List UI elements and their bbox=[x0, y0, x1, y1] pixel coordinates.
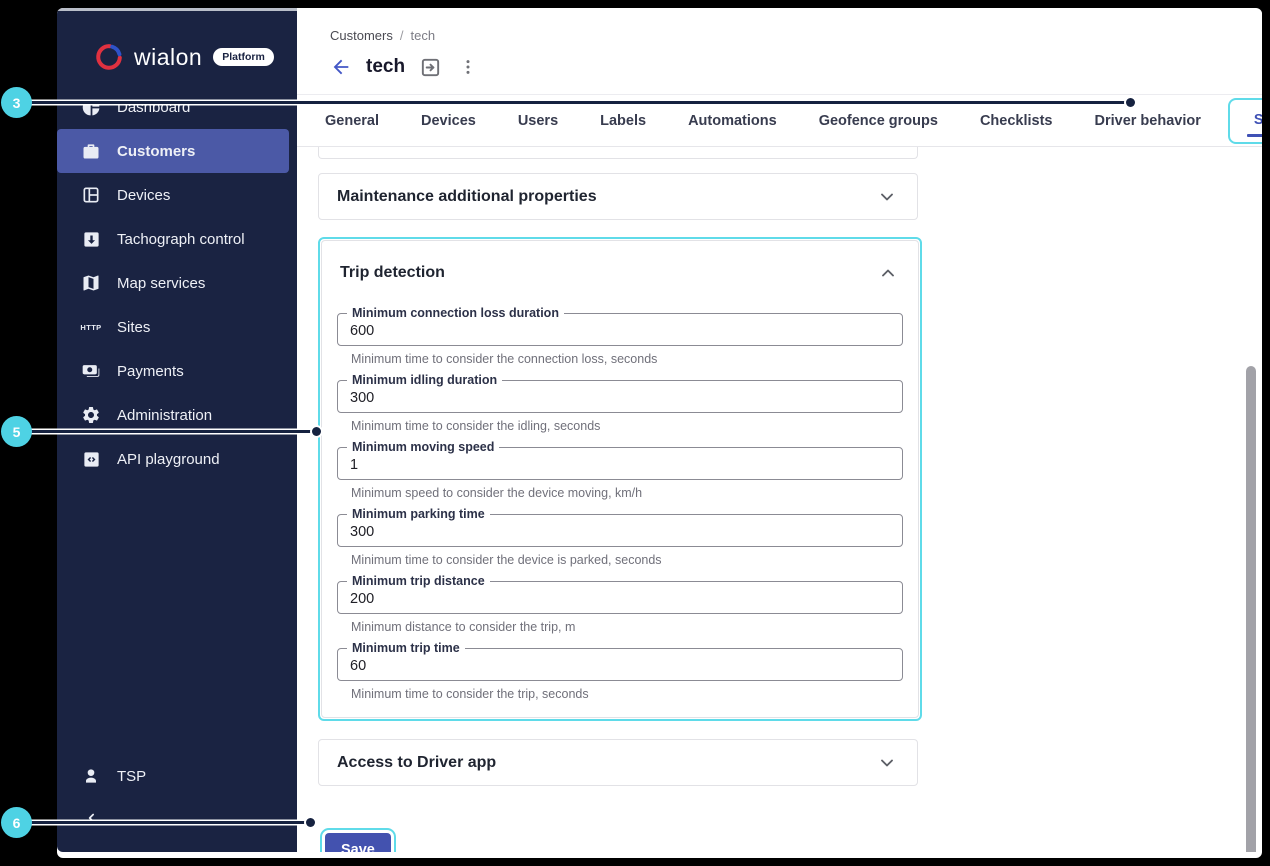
http-icon: HTTP bbox=[80, 322, 102, 332]
sidebar-item-customers[interactable]: Customers bbox=[57, 129, 289, 173]
panel-title: Access to Driver app bbox=[337, 753, 497, 771]
field-minimum-parking-time: Minimum parking time Minimum time to con… bbox=[337, 507, 903, 567]
field-helper-text: Minimum distance to consider the trip, m bbox=[351, 620, 576, 634]
logo-text: wialon bbox=[134, 43, 203, 70]
panel-title: Maintenance additional properties bbox=[337, 187, 597, 205]
breadcrumb: Customers / tech bbox=[330, 28, 1262, 43]
tab-settings[interactable]: Settings bbox=[1230, 100, 1262, 142]
more-vert-icon[interactable] bbox=[458, 57, 478, 77]
sidebar-item-tachograph-control[interactable]: Tachograph control bbox=[57, 217, 289, 261]
dashboard-icon bbox=[80, 96, 102, 118]
sidebar-item-label: Tachograph control bbox=[117, 230, 245, 248]
save-button[interactable]: Save bbox=[320, 828, 396, 852]
minimum-moving-speed-input[interactable] bbox=[350, 457, 890, 473]
field-label: Minimum idling duration bbox=[347, 373, 503, 387]
panel-trip-detection-highlight: Trip detection Minimum connection loss d… bbox=[318, 237, 922, 721]
annotation-badge-3: 3 bbox=[1, 87, 32, 118]
field-minimum-trip-time: Minimum trip time Minimum time to consid… bbox=[337, 641, 903, 701]
sidebar-item-dashboard[interactable]: Dashboard bbox=[57, 85, 289, 129]
field-label: Minimum connection loss duration bbox=[347, 306, 564, 320]
field-helper-text: Minimum time to consider the idling, sec… bbox=[351, 419, 601, 433]
logo: wialon Platform bbox=[57, 11, 297, 81]
minimum-trip-distance-input[interactable] bbox=[350, 591, 890, 607]
field-label: Minimum trip distance bbox=[347, 574, 490, 588]
wialon-logo-icon bbox=[93, 41, 125, 73]
field-helper-text: Minimum time to consider the connection … bbox=[351, 352, 658, 366]
panel-access-to-driver-app[interactable]: Access to Driver app bbox=[318, 739, 918, 786]
tab-settings-highlight: Settings bbox=[1227, 97, 1262, 144]
platform-badge: Platform bbox=[213, 48, 274, 66]
panel-trip-detection-header[interactable]: Trip detection bbox=[337, 241, 903, 305]
minimum-connection-loss-duration-input[interactable] bbox=[350, 323, 890, 339]
sidebar-item-label: API playground bbox=[117, 450, 220, 468]
annotation-dot-3 bbox=[1126, 98, 1135, 107]
annotation-badge-5: 5 bbox=[1, 416, 32, 447]
field-minimum-trip-distance: Minimum trip distance Minimum distance t… bbox=[337, 574, 903, 634]
annotation-line-5 bbox=[16, 430, 314, 433]
minimum-trip-time-input[interactable] bbox=[350, 658, 890, 674]
field-helper-text: Minimum speed to consider the device mov… bbox=[351, 486, 643, 500]
page-header: Customers / tech tech bbox=[297, 11, 1262, 82]
annotation-line-3 bbox=[16, 101, 1128, 104]
annotation-badge-6: 6 bbox=[1, 807, 32, 838]
minimum-idling-duration-input[interactable] bbox=[350, 390, 890, 406]
panel-cutoff-above bbox=[318, 147, 918, 159]
sidebar-item-sites[interactable]: HTTP Sites bbox=[57, 305, 289, 349]
panel-trip-detection: Trip detection Minimum connection loss d… bbox=[321, 240, 919, 718]
sidebar-item-label: Payments bbox=[117, 362, 184, 380]
sidebar-item-label: Sites bbox=[117, 318, 151, 336]
login-as-icon[interactable] bbox=[419, 56, 442, 79]
sidebar-item-api-playground[interactable]: API playground bbox=[57, 437, 289, 481]
main-area: Customers / tech tech General Devices Us… bbox=[297, 11, 1262, 852]
tachograph-icon bbox=[80, 228, 102, 250]
map-icon bbox=[80, 272, 102, 294]
settings-scroll-area: Maintenance additional properties Trip d… bbox=[297, 147, 1262, 852]
page-title: tech bbox=[366, 56, 406, 77]
panel-maintenance-additional-properties[interactable]: Maintenance additional properties bbox=[318, 173, 918, 220]
person-icon bbox=[80, 765, 102, 787]
breadcrumb-current: tech bbox=[410, 28, 436, 43]
breadcrumb-parent[interactable]: Customers bbox=[330, 28, 393, 43]
trip-detection-fields: Minimum connection loss duration Minimum… bbox=[337, 305, 903, 701]
field-minimum-idling-duration: Minimum idling duration Minimum time to … bbox=[337, 373, 903, 433]
annotation-line-6 bbox=[16, 821, 308, 824]
sidebar-item-devices[interactable]: Devices bbox=[57, 173, 289, 217]
gear-icon bbox=[80, 404, 102, 426]
field-label: Minimum trip time bbox=[347, 641, 465, 655]
vertical-scrollbar[interactable] bbox=[1246, 366, 1256, 852]
sidebar-item-payments[interactable]: Payments bbox=[57, 349, 289, 393]
briefcase-icon bbox=[80, 140, 102, 162]
chevron-up-icon[interactable] bbox=[878, 263, 898, 283]
panel-title: Trip detection bbox=[340, 264, 445, 281]
field-label: Minimum parking time bbox=[347, 507, 490, 521]
api-icon bbox=[80, 448, 102, 470]
breadcrumb-separator: / bbox=[399, 28, 404, 43]
chevron-down-icon[interactable] bbox=[877, 187, 897, 207]
annotation-dot-5 bbox=[312, 427, 321, 436]
field-minimum-connection-loss-duration: Minimum connection loss duration Minimum… bbox=[337, 306, 903, 366]
sidebar-footer-label: TSP bbox=[117, 767, 147, 785]
app-window: wialon Platform Dashboard Customers Devi… bbox=[57, 8, 1262, 858]
field-helper-text: Minimum time to consider the device is p… bbox=[351, 553, 662, 567]
sidebar-item-label: Map services bbox=[117, 274, 206, 292]
annotation-dot-6 bbox=[306, 818, 315, 827]
sidebar-item-label: Devices bbox=[117, 186, 171, 204]
sidebar-footer: TSP bbox=[57, 754, 297, 852]
field-label: Minimum moving speed bbox=[347, 440, 500, 454]
field-minimum-moving-speed: Minimum moving speed Minimum speed to co… bbox=[337, 440, 903, 500]
sidebar-collapse-button[interactable] bbox=[57, 798, 297, 838]
payments-icon bbox=[80, 360, 102, 382]
sidebar-item-map-services[interactable]: Map services bbox=[57, 261, 289, 305]
devices-grid-icon bbox=[80, 184, 102, 206]
back-arrow-icon[interactable] bbox=[330, 56, 352, 78]
field-helper-text: Minimum time to consider the trip, secon… bbox=[351, 687, 589, 701]
sidebar-item-label: Customers bbox=[117, 142, 196, 160]
sidebar-nav: Dashboard Customers Devices Tachograph c… bbox=[57, 85, 297, 481]
sidebar-item-tsp-account[interactable]: TSP bbox=[57, 754, 289, 798]
sidebar-item-label: Administration bbox=[117, 406, 213, 424]
minimum-parking-time-input[interactable] bbox=[350, 524, 890, 540]
chevron-down-icon[interactable] bbox=[877, 753, 897, 773]
